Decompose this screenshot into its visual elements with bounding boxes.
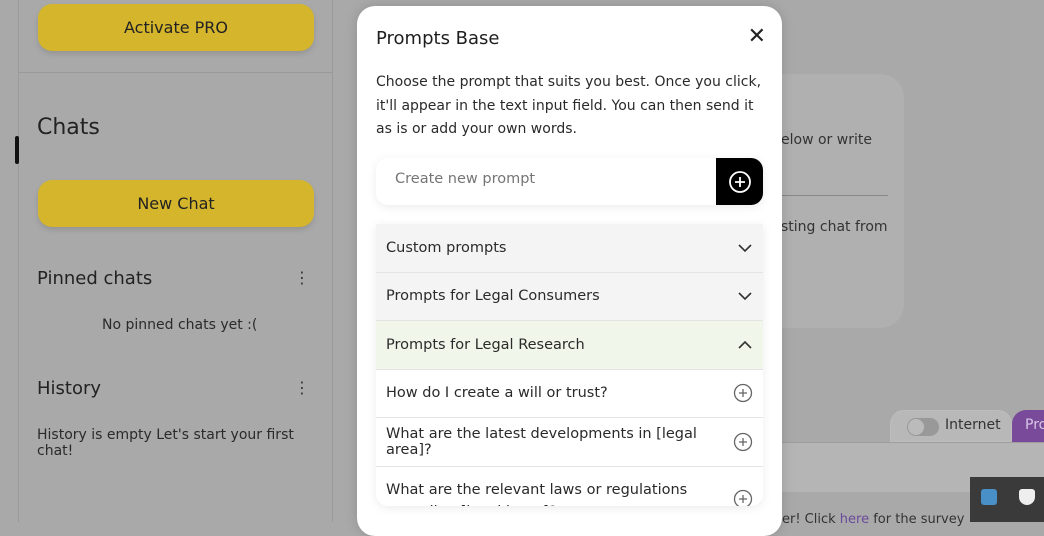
security-shield-icon[interactable]: [1019, 489, 1035, 505]
survey-banner: er! Click here for the survey: [782, 512, 964, 527]
plus-circle-icon[interactable]: [733, 383, 753, 403]
survey-link[interactable]: here: [840, 512, 869, 527]
prompt-text: What are the latest developments in [leg…: [386, 425, 697, 458]
close-icon[interactable]: ✕: [748, 26, 766, 48]
chats-title: Chats: [37, 115, 100, 140]
network-icon[interactable]: [981, 489, 997, 505]
chevron-down-icon: [738, 292, 752, 301]
survey-text: er! Click: [782, 512, 840, 527]
category-label: Custom prompts: [386, 239, 507, 256]
modal-title: Prompts Base: [376, 28, 500, 49]
prompt-item[interactable]: What are the relevant laws or regulation…: [376, 466, 763, 507]
pinned-chats-title: Pinned chats: [37, 268, 153, 289]
chevron-up-icon: [738, 340, 752, 349]
plus-circle-icon[interactable]: [733, 432, 753, 452]
prompts-base-modal: Prompts Base ✕ Choose the prompt that su…: [357, 6, 782, 536]
history-title: History: [37, 378, 102, 399]
system-tray: [970, 477, 1044, 522]
category-legal-consumers[interactable]: Prompts for Legal Consumers: [376, 272, 763, 321]
history-more-icon[interactable]: ⋮: [294, 378, 310, 397]
pinned-more-icon[interactable]: ⋮: [294, 268, 310, 287]
category-label: Prompts for Legal Research: [386, 336, 585, 353]
create-prompt-field[interactable]: [376, 158, 763, 205]
plus-circle-icon[interactable]: [733, 489, 753, 507]
add-prompt-button[interactable]: [716, 158, 763, 205]
category-custom-prompts[interactable]: Custom prompts: [376, 224, 763, 273]
chevron-down-icon: [738, 244, 752, 252]
prompt-item[interactable]: How do I create a will or trust?: [376, 369, 763, 418]
pinned-empty-text: No pinned chats yet :(: [102, 317, 258, 333]
card-text: elow or write: [781, 132, 872, 148]
category-label: Prompts for Legal Consumers: [386, 288, 600, 305]
sidebar: Activate PRO Chats New Chat Pinned chats…: [18, 0, 333, 522]
plus-circle-icon: [728, 170, 751, 193]
prompt-item[interactable]: What are the latest developments in [leg…: [376, 418, 763, 467]
prompt-text: How do I create a will or trust?: [386, 385, 608, 402]
internet-toggle[interactable]: Internet: [890, 410, 1012, 442]
category-legal-research[interactable]: Prompts for Legal Research: [376, 321, 763, 370]
survey-text: for the survey: [869, 512, 965, 527]
toggle-switch[interactable]: [907, 418, 939, 436]
active-indicator: [15, 136, 19, 164]
internet-label: Internet: [945, 417, 1001, 433]
modal-description: Choose the prompt that suits you best. O…: [376, 74, 762, 137]
prompt-list: Custom prompts Prompts for Legal Consume…: [376, 224, 763, 506]
divider: [19, 72, 332, 73]
pro-tab[interactable]: Pro: [1012, 410, 1044, 442]
history-empty-text: History is empty Let's start your first …: [37, 427, 294, 459]
create-prompt-input[interactable]: [395, 171, 695, 187]
activate-pro-button[interactable]: Activate PRO: [38, 4, 314, 51]
prompt-text: What are the relevant laws or regulation…: [386, 481, 688, 507]
card-text: sting chat from: [781, 219, 888, 235]
new-chat-button[interactable]: New Chat: [38, 180, 314, 227]
